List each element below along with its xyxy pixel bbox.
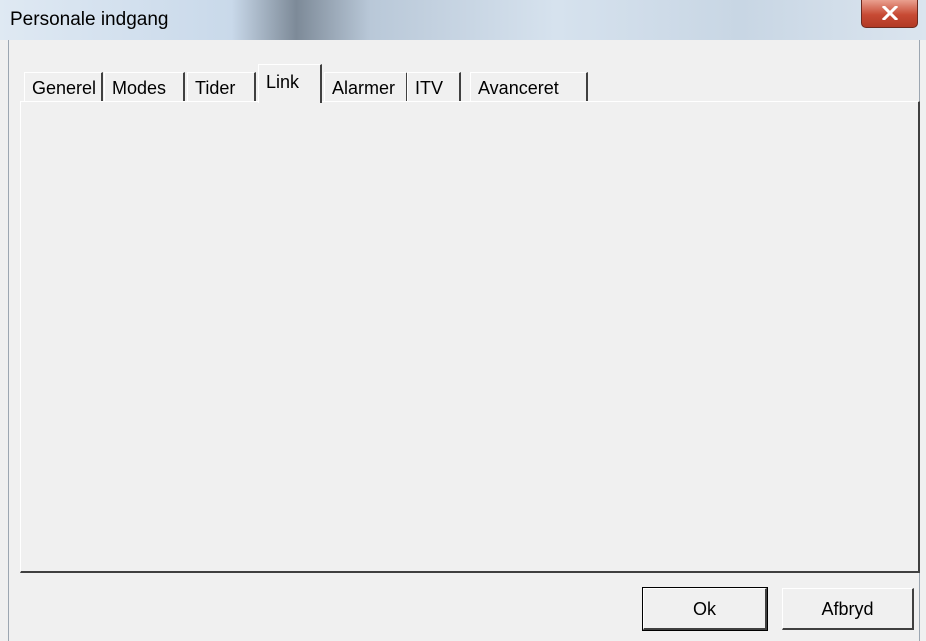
link-tab-panel (20, 101, 920, 573)
tab-itv[interactable]: ITV (407, 72, 461, 102)
tab-alarmer[interactable]: Alarmer (324, 72, 408, 102)
window-title: Personale indgang (10, 9, 169, 30)
tab-link[interactable]: Link (258, 64, 322, 103)
close-icon (881, 6, 899, 20)
tab-avanceret[interactable]: Avanceret (470, 72, 588, 102)
tab-modes[interactable]: Modes (104, 72, 185, 102)
cancel-button[interactable]: Afbryd (782, 588, 914, 630)
tab-tider[interactable]: Tider (187, 72, 256, 102)
ok-button[interactable]: Ok (642, 587, 768, 631)
tab-generel[interactable]: Generel (24, 72, 103, 102)
close-button[interactable] (861, 0, 918, 28)
title-bar[interactable]: Personale indgang (0, 0, 926, 40)
